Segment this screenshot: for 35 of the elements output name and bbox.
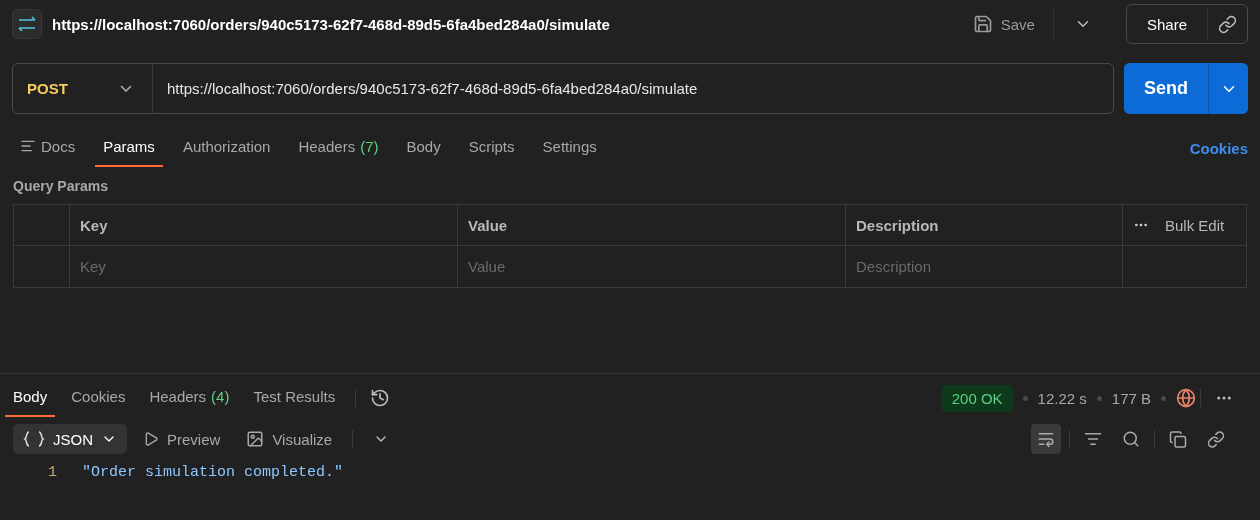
line-number: 1 [48, 464, 57, 481]
code-line: "Order simulation completed." [82, 464, 344, 481]
view-button[interactable]: Visualize [236, 424, 343, 454]
column-header: Description [846, 205, 1123, 246]
header-count: (4) [211, 387, 230, 405]
param-field[interactable]: Value [458, 246, 846, 287]
response-tab[interactable]: Test Results [245, 379, 344, 417]
request-tab[interactable]: Body [398, 129, 449, 167]
view-button[interactable]: Preview [133, 424, 231, 454]
response-time: 12.22 s [1037, 389, 1087, 407]
request-tab[interactable]: Headers (7) [290, 129, 387, 167]
request-tab[interactable]: Authorization [174, 129, 279, 167]
param-field[interactable]: Description [846, 246, 1123, 287]
response-tab[interactable]: Headers (4) [141, 379, 238, 417]
column-header: Key [70, 205, 458, 246]
url-bar[interactable]: POST https://localhost:7060/orders/940c5173-62f7-468d-89d5-6fa4bed284a0/simulate [12, 63, 1114, 114]
request-tab[interactable]: Scripts [460, 129, 523, 167]
url-field[interactable]: https://localhost:7060/orders/940c5173-62f7-468d-89d5-6fa4bed284a0/simulate [153, 80, 1113, 97]
bulk-edit-button[interactable]: Bulk Edit [1159, 215, 1231, 235]
cookies-link[interactable]: Cookies [1189, 139, 1248, 157]
format-dropdown[interactable]: JSON [13, 424, 127, 454]
column-header: Value [458, 205, 846, 246]
method-dropdown[interactable]: POST [13, 64, 153, 113]
header-count: (7) [360, 137, 379, 155]
request-tab[interactable]: Docs [12, 129, 84, 167]
status-badge: 200 OK [941, 384, 1013, 412]
request-tab[interactable]: Settings [534, 129, 605, 167]
section-title: Query Params [12, 177, 109, 194]
request-title: https://localhost:7060/orders/940c5173-62f7-468d-89d5-6fa4bed284a0/simulate [52, 15, 611, 33]
param-field[interactable]: Key [70, 246, 458, 287]
response-tab[interactable]: Cookies [63, 379, 134, 417]
request-tab[interactable]: Params [95, 129, 163, 167]
save-button[interactable]: Save [964, 10, 1043, 38]
response-tab[interactable]: Body [5, 379, 56, 417]
response-size: 177 B [1111, 389, 1151, 407]
